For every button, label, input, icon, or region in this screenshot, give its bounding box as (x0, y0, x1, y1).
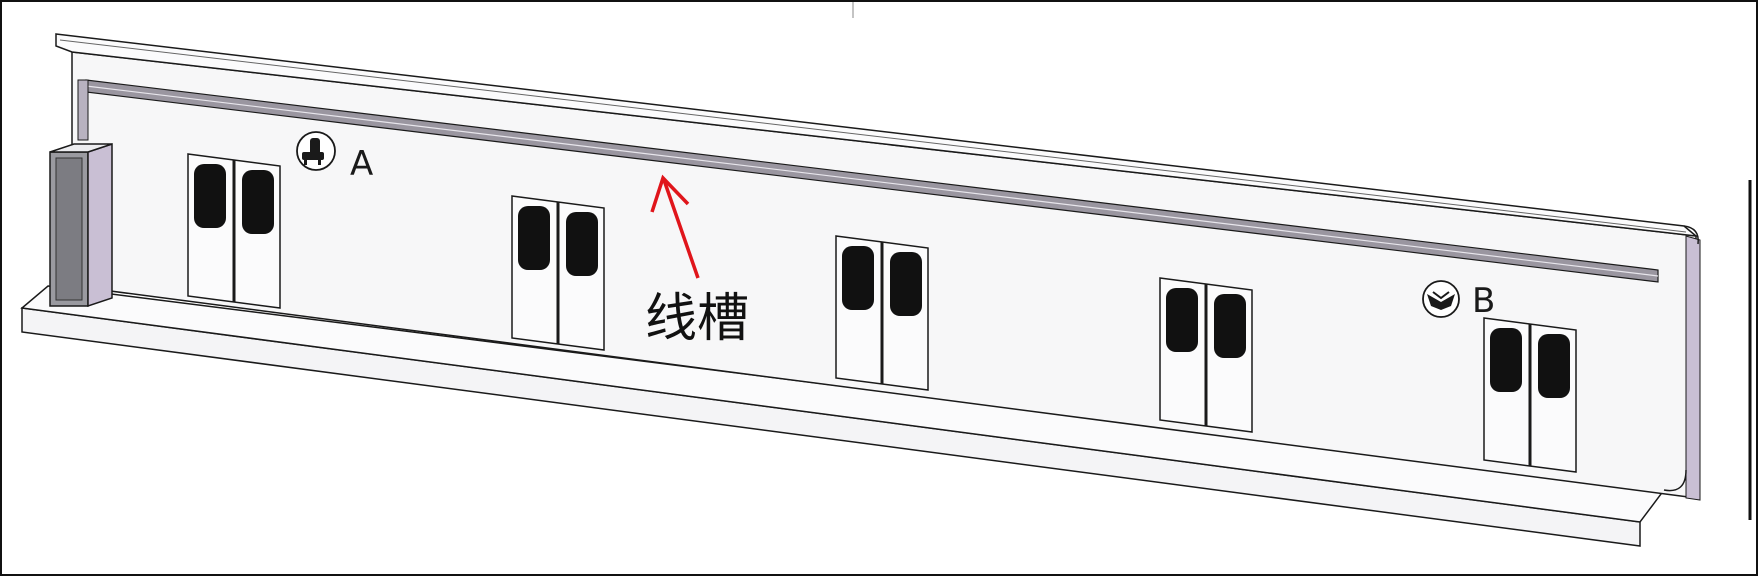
door-5 (1483, 317, 1577, 473)
door-window (242, 170, 274, 234)
door-window (518, 206, 550, 270)
diagram-canvas: A B 线槽 (0, 0, 1758, 576)
door-window (194, 164, 226, 228)
end-column-side (87, 142, 113, 308)
door-4 (1159, 277, 1253, 433)
end-column-grille (55, 157, 83, 301)
door-window (890, 252, 922, 316)
door-2 (511, 195, 605, 351)
door-window (566, 212, 598, 276)
door-window (1214, 294, 1246, 358)
callout-label: 线槽 (645, 289, 749, 349)
marker-b-label: B (1472, 281, 1495, 321)
door-1 (187, 153, 281, 309)
wire-trough-left-riser (77, 79, 89, 141)
door-window (1166, 288, 1198, 352)
door-3 (835, 235, 929, 391)
carriage-wall-drawing: A B 线槽 (0, 0, 1758, 576)
door-window (1490, 328, 1522, 392)
marker-a-label: A (350, 144, 373, 184)
door-window (1538, 334, 1570, 398)
wall-end-cap (1685, 235, 1701, 501)
door-window (842, 246, 874, 310)
